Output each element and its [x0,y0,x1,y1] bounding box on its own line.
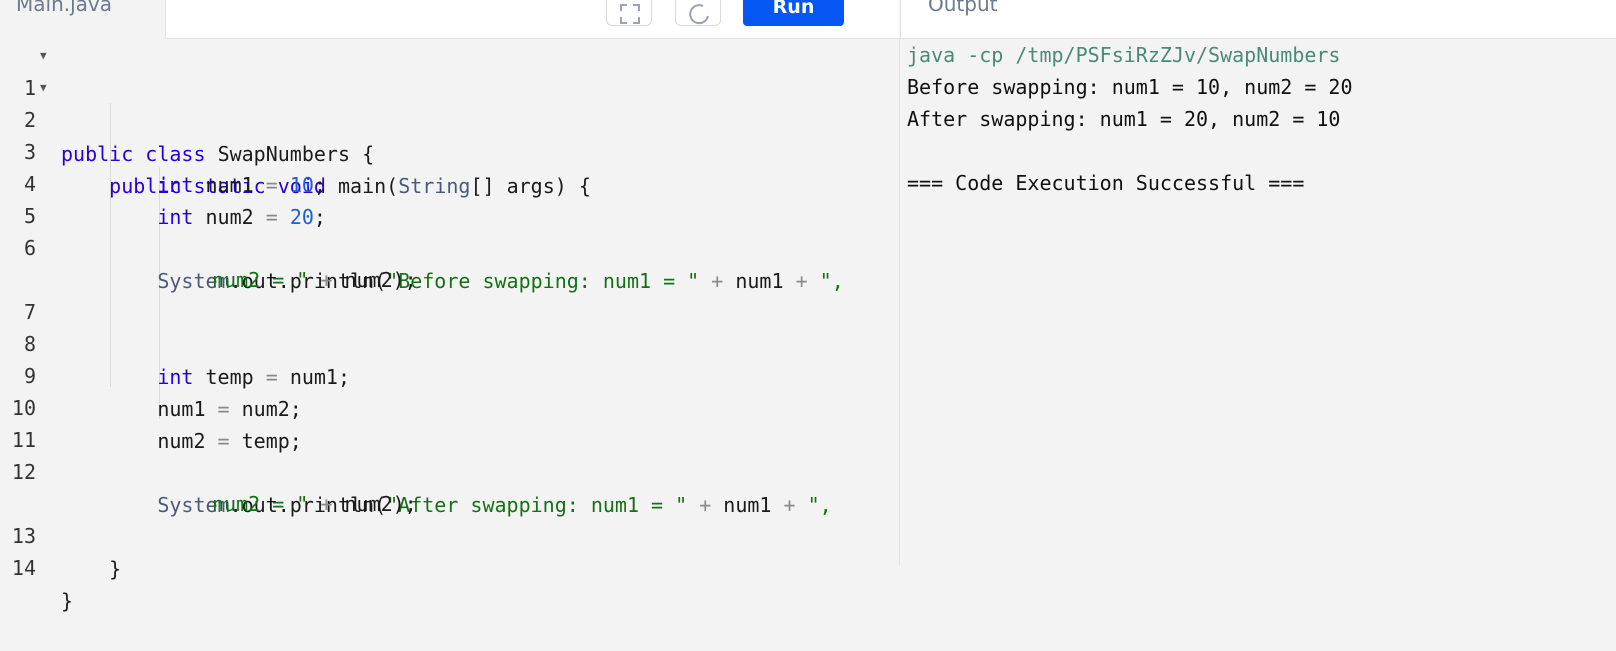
code-line: 10 num2 = temp; [0,359,899,453]
output-line: After swapping: num1 = 20, num2 = 10 [907,107,1341,131]
code-editor[interactable]: 1 ▼ public class SwapNumbers { 2 ▼ publi… [0,39,899,613]
code-line: 8 int temp = num1; [0,295,899,389]
fullscreen-button[interactable] [606,0,652,26]
code-text: } [61,589,74,613]
theme-toggle-button[interactable] [675,0,721,26]
code-line: 2 ▼ public static void main(String[] arg… [0,71,899,198]
code-line: 1 ▼ public class SwapNumbers { [0,39,899,166]
code-text: } [109,557,122,581]
code-line: 3 int num1 = 10; [0,103,899,197]
top-bar: Main.java Run Output [0,0,1616,39]
output-command: java -cp /tmp/PSFsiRzZJv/SwapNumbers [907,43,1341,67]
code-line: 13 } [0,487,899,581]
code-line: 6 System.out.println("Before swapping: n… [0,199,899,293]
code-line: 4 int num2 = 20; [0,135,899,229]
run-button[interactable]: Run [743,0,844,26]
output-panel: java -cp /tmp/PSFsiRzZJv/SwapNumbers Bef… [900,39,1616,565]
tab-main-java[interactable]: Main.java [0,0,166,38]
output-header: Output [900,0,1616,39]
output-line: Before swapping: num1 = 10, num2 = 20 [907,75,1353,99]
fullscreen-icon [620,4,640,24]
code-line: 12 System.out.println("After swapping: n… [0,423,899,517]
code-line-wrapped: num2 = " + num2); [0,455,899,516]
code-line: 9 num1 = num2; [0,327,899,421]
editor-toolbar: Run [166,0,899,39]
line-number: 14 [11,556,36,580]
code-line: 5 [0,167,899,228]
tab-label: Main.java [16,0,113,16]
output-status: === Code Execution Successful === [907,171,1305,195]
code-line: 14 } [0,519,899,613]
code-line: 11 [0,391,899,452]
fold-arrow-icon[interactable]: ▼ [40,71,47,104]
fold-arrow-icon[interactable]: ▼ [40,39,47,72]
theme-toggle-icon [689,4,709,25]
code-line-wrapped: num2 = " + num2); [0,231,899,292]
code-line: 7 [0,263,899,324]
output-title: Output [928,0,998,16]
